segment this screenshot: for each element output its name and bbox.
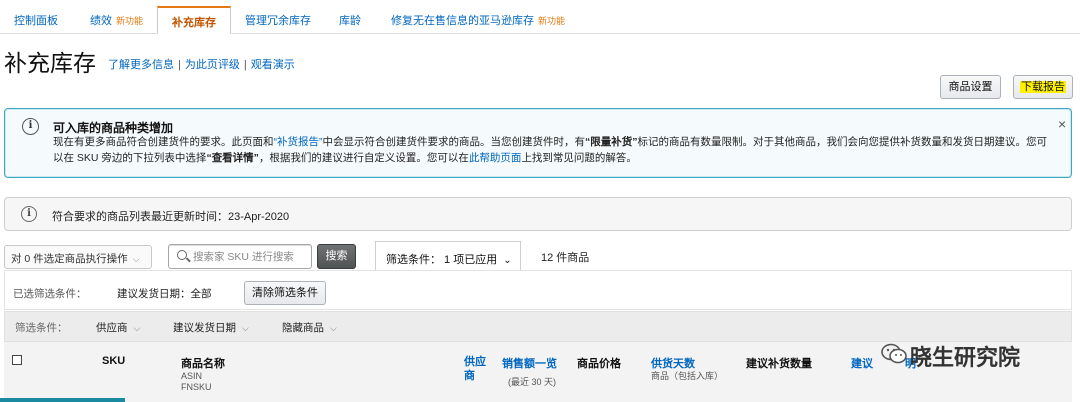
info-text: 标记的商品有数量限制。对于其他商品，我们会向您提供补货数量和发货日期建议。您可 bbox=[637, 136, 1048, 148]
filter-tab[interactable]: 筛选条件： 1 项已应用 ⌄ bbox=[375, 241, 521, 270]
new-badge: 新功能 bbox=[538, 16, 566, 26]
info-text: 现在有更多商品符合创建货件的要求。此页面和 bbox=[53, 136, 274, 148]
info-text: 中会显示符合创建货件要求的商品。当您创建货件时，有 bbox=[322, 136, 586, 148]
learn-more-link[interactable]: 了解更多信息 bbox=[108, 59, 174, 71]
supplier-filter-dropdown[interactable]: 供应商 ⌵ bbox=[96, 320, 140, 335]
download-report-button[interactable]: 下载报告 bbox=[1013, 75, 1073, 99]
watch-demo-link[interactable]: 观看演示 bbox=[251, 59, 295, 71]
chevron-down-icon: ⌵ bbox=[133, 323, 141, 333]
tab-label: 管理冗余库存 bbox=[245, 15, 311, 27]
product-count: 12 件商品 bbox=[541, 252, 590, 264]
search-icon bbox=[177, 250, 187, 260]
column-asin-label: ASIN bbox=[181, 371, 203, 381]
watermark-text: 晓生研究院 bbox=[910, 346, 1021, 371]
column-sales[interactable]: 销售额一览 (最近 30 天) bbox=[502, 355, 557, 388]
info-bold-text: “查看详情” bbox=[206, 152, 259, 164]
help-page-link[interactable]: 此帮助页面 bbox=[469, 152, 522, 164]
chevron-down-icon: ⌵ bbox=[132, 254, 140, 264]
info-text: ，根据我们的建议进行自定义设置。您可以在 bbox=[258, 152, 469, 164]
chevron-down-icon: ⌵ bbox=[330, 323, 337, 333]
wechat-icon bbox=[881, 343, 907, 364]
tab-label: 控制面板 bbox=[14, 15, 58, 27]
rate-page-link[interactable]: 为此页评级 bbox=[185, 59, 240, 71]
column-supplier[interactable]: 供应 商 bbox=[464, 355, 486, 383]
filter-dropdown-label: 隐藏商品 bbox=[282, 322, 324, 334]
tab-label: 库龄 bbox=[339, 15, 361, 27]
column-supplier-label: 商 bbox=[464, 370, 475, 382]
column-days-of-supply[interactable]: 供货天数 商品（包括入库） bbox=[651, 355, 723, 382]
tab-label: 绩效 bbox=[90, 15, 112, 27]
tab-fix-stranded[interactable]: 修复无在售信息的亚马逊库存 新功能 bbox=[391, 6, 565, 34]
column-fnsku-label: FNSKU bbox=[181, 382, 212, 392]
ship-date-filter-dropdown[interactable]: 建议发货日期 ⌵ bbox=[173, 320, 249, 335]
hidden-items-filter-dropdown[interactable]: 隐藏商品 ⌵ bbox=[282, 320, 337, 335]
filter-dropdown-label: 供应商 bbox=[96, 322, 128, 334]
info-icon: i bbox=[21, 206, 37, 222]
bulk-action-select[interactable]: 对 0 件选定商品执行操作 ⌵ bbox=[4, 245, 152, 269]
tab-excess-inventory[interactable]: 管理冗余库存 bbox=[245, 6, 311, 34]
column-days-sub: 商品（包括入库） bbox=[651, 371, 724, 381]
column-product-name-label: 商品名称 bbox=[181, 358, 225, 370]
tab-dashboard[interactable]: 控制面板 bbox=[14, 6, 58, 34]
product-settings-button[interactable]: 商品设置 bbox=[940, 75, 1001, 99]
bulk-action-label: 对 0 件选定商品执行操作 bbox=[11, 253, 128, 265]
tab-label: 补充库存 bbox=[172, 17, 216, 29]
info-alert-body: 现在有更多商品符合创建货件的要求。此页面和“补货报告”中会显示符合创建货件要求的… bbox=[53, 134, 1053, 166]
info-text: 上找到常见问题的解答。 bbox=[521, 152, 637, 164]
select-all-checkbox[interactable] bbox=[12, 355, 22, 365]
filter-dropdown-label: 建议发货日期 bbox=[173, 322, 236, 334]
search-button[interactable]: 搜索 bbox=[317, 244, 356, 269]
tab-performance[interactable]: 绩效 新功能 bbox=[90, 6, 143, 34]
new-badge: 新功能 bbox=[116, 16, 144, 26]
column-recommended-qty: 建议补货数量 bbox=[746, 358, 812, 370]
chevron-down-icon: ⌵ bbox=[242, 323, 249, 333]
help-links: 了解更多信息 | 为此页评级 | 观看演示 bbox=[108, 56, 295, 72]
watermark: 晓生研究院 bbox=[880, 340, 1050, 371]
column-sales-period: (最近 30 天) bbox=[508, 377, 557, 387]
info-icon: i bbox=[22, 118, 39, 135]
scroll-indicator bbox=[0, 398, 125, 402]
restock-report-link[interactable]: “补货报告” bbox=[274, 136, 323, 148]
search-placeholder: 搜索家 SKU 进行搜索 bbox=[193, 251, 294, 263]
page-title: 补充库存 bbox=[4, 50, 96, 76]
column-days-label: 供货天数 bbox=[651, 358, 695, 370]
filter-tab-label: 筛选条件： 1 项已应用 bbox=[386, 254, 498, 266]
link-separator: | bbox=[243, 59, 247, 71]
download-report-label: 下载报告 bbox=[1020, 81, 1066, 93]
column-price: 商品价格 bbox=[577, 358, 621, 370]
info-bold-text: “限量补货” bbox=[585, 136, 638, 148]
filter-row bbox=[4, 311, 1072, 342]
applied-filter-value: 建议发货日期：全部 bbox=[117, 288, 212, 300]
close-icon[interactable]: × bbox=[1058, 116, 1066, 132]
column-supplier-label: 供应 bbox=[464, 356, 486, 368]
column-sku[interactable]: SKU bbox=[102, 355, 125, 367]
column-sales-label: 销售额一览 bbox=[502, 358, 557, 370]
chevron-down-icon: ⌄ bbox=[503, 255, 512, 266]
tab-label: 修复无在售信息的亚马逊库存 bbox=[391, 15, 534, 27]
filter-label: 筛选条件： bbox=[15, 322, 68, 334]
info-text: 以在 SKU 旁边的下拉列表中选择 bbox=[53, 152, 207, 164]
update-notice-text: 符合要求的商品列表最近更新时间：23-Apr-2020 bbox=[52, 211, 290, 223]
tab-restock[interactable]: 补充库存 bbox=[157, 6, 231, 34]
clear-filters-button[interactable]: 清除筛选条件 bbox=[244, 281, 326, 305]
applied-filters-label: 已选筛选条件： bbox=[13, 288, 87, 300]
link-separator: | bbox=[178, 59, 181, 71]
column-product-name: 商品名称 ASIN FNSKU bbox=[181, 355, 225, 393]
column-recommended-date[interactable]: 建议 bbox=[851, 355, 873, 371]
tab-inventory-age[interactable]: 库龄 bbox=[339, 6, 361, 34]
